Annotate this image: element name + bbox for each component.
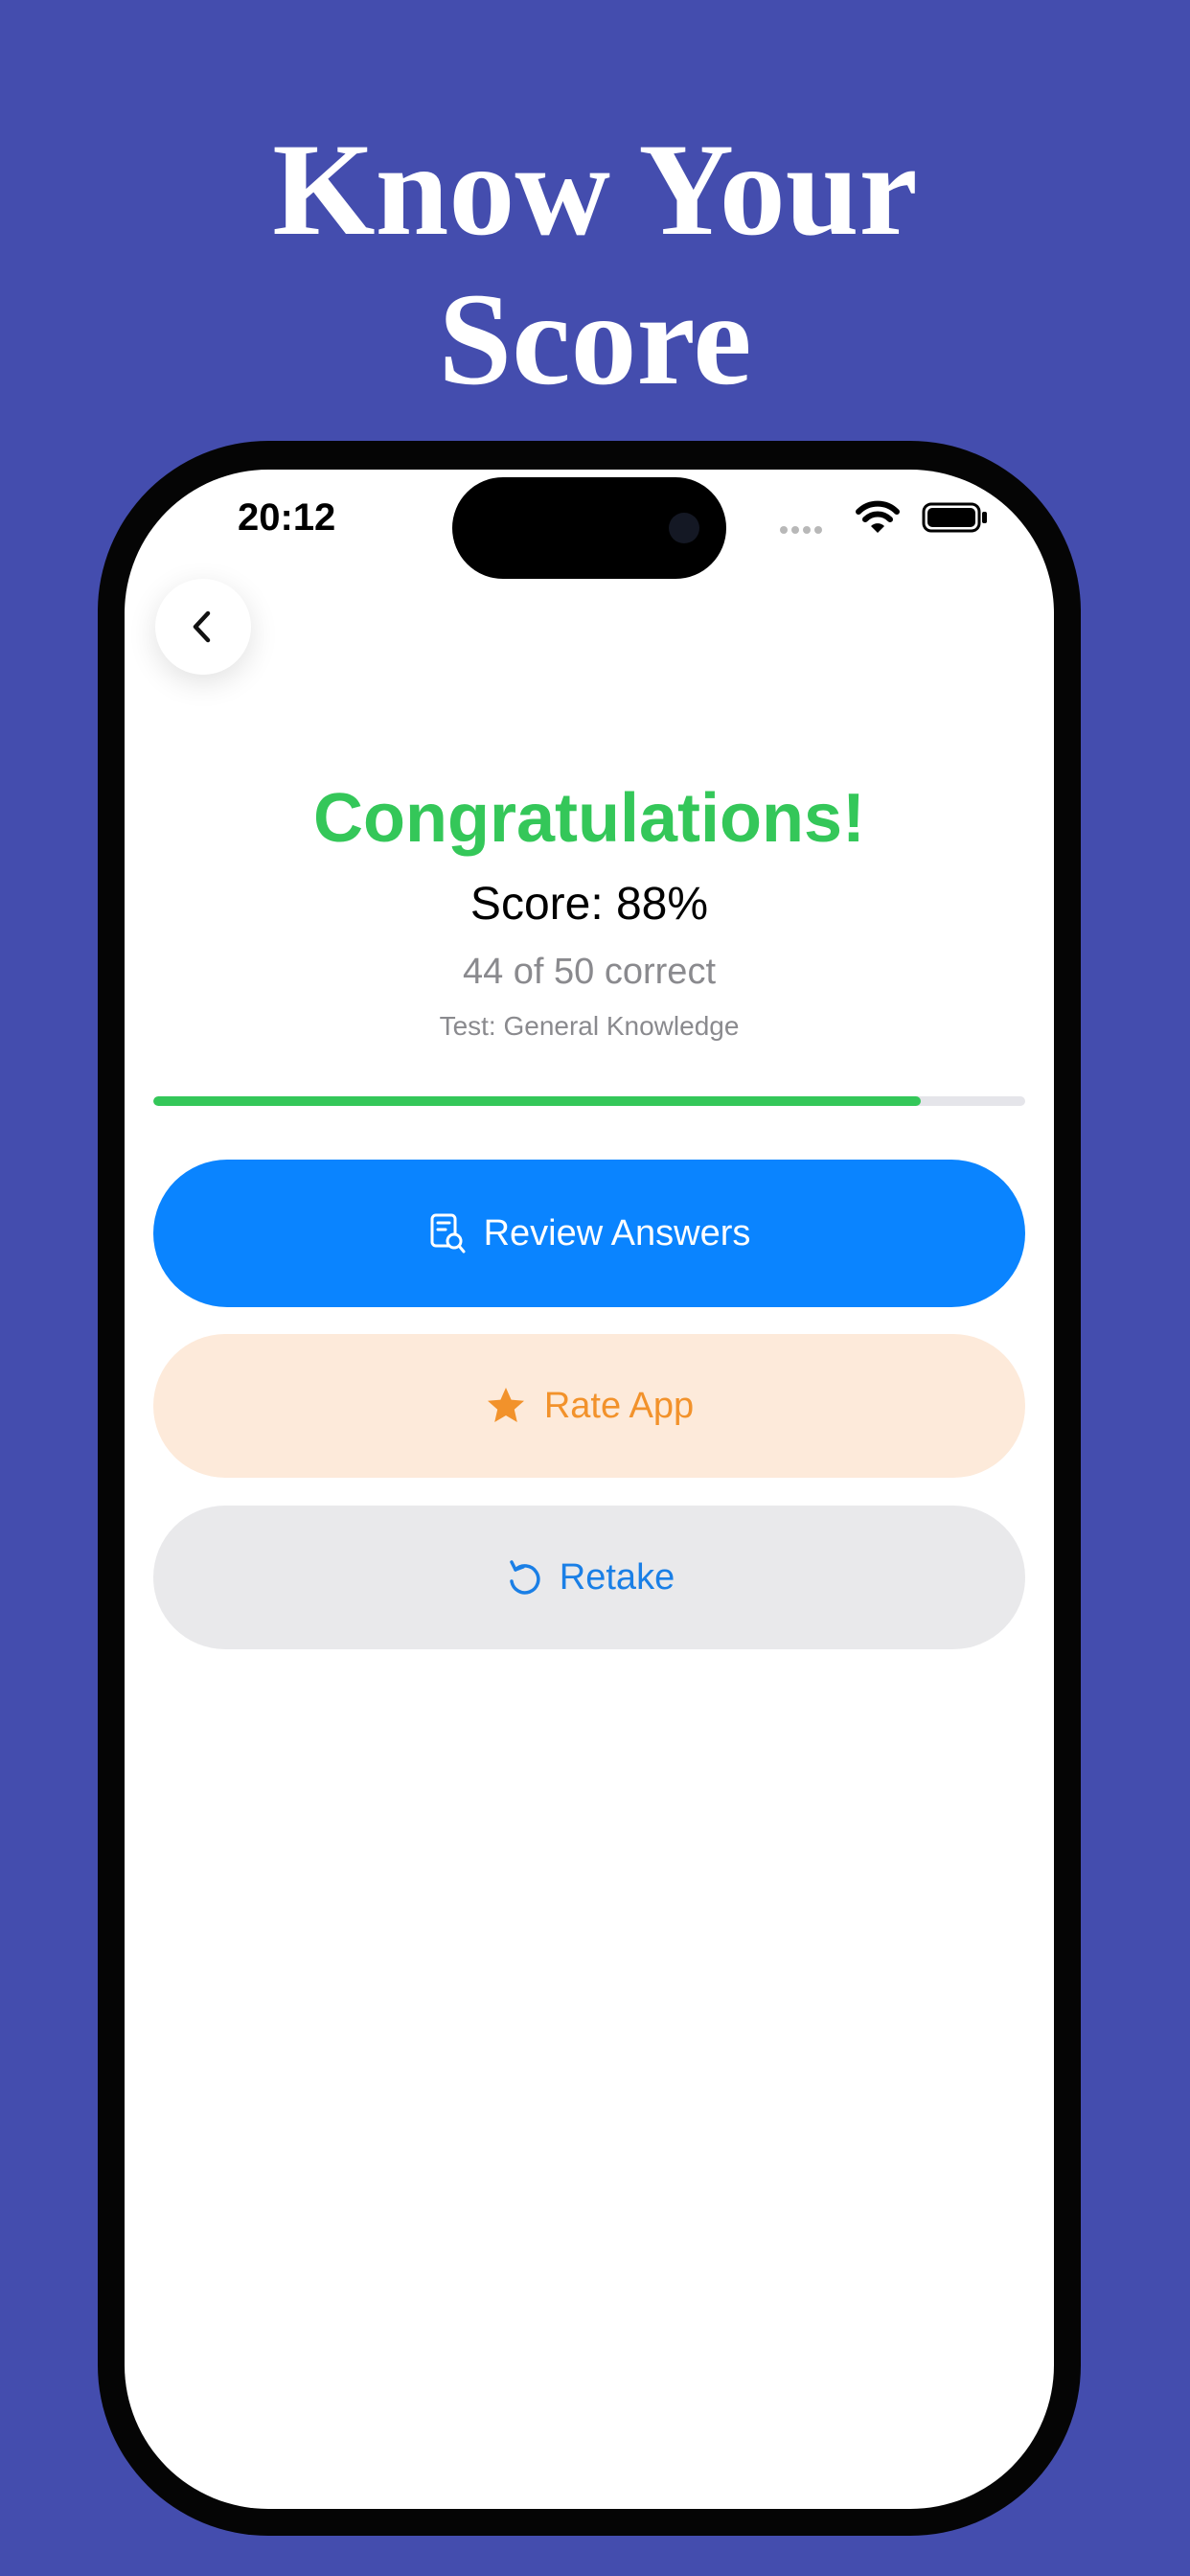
cellular-signal-icon <box>780 521 826 534</box>
test-name-text: Test: General Knowledge <box>439 1011 740 1041</box>
correct-count-text: 44 of 50 correct <box>462 952 717 992</box>
status-bar: 20:12 <box>125 470 1054 579</box>
wifi-icon <box>856 500 900 533</box>
retake-button[interactable]: Retake <box>153 1506 1025 1649</box>
star-icon <box>485 1385 527 1427</box>
review-answers-button[interactable]: Review Answers <box>153 1160 1025 1307</box>
chevron-left-icon <box>193 610 211 643</box>
arrow-counterclockwise-icon <box>504 1556 542 1598</box>
dynamic-island <box>452 477 726 579</box>
document-search-icon <box>428 1212 467 1254</box>
status-indicators <box>759 498 989 537</box>
score-progress-fill <box>153 1096 921 1106</box>
battery-icon <box>922 502 987 533</box>
promo-headline-line2: Score <box>438 265 752 412</box>
phone-screen: 20:12 Congratulations! Score: 88% 44 of … <box>125 470 1054 2509</box>
rate-app-label: Rate App <box>543 1385 695 1426</box>
score-text: Score: 88% <box>469 879 709 930</box>
status-time: 20:12 <box>238 496 336 539</box>
camera-icon <box>669 513 699 543</box>
retake-label: Retake <box>559 1556 675 1598</box>
result-title: Congratulations! <box>313 780 865 857</box>
back-button[interactable] <box>155 579 251 675</box>
promo-headline-line1: Know Your <box>272 116 918 263</box>
review-answers-label: Review Answers <box>483 1212 751 1254</box>
rate-app-button[interactable]: Rate App <box>153 1334 1025 1478</box>
score-progress-bar <box>153 1096 1025 1106</box>
promo-headline: Know Your Score <box>0 115 1190 414</box>
